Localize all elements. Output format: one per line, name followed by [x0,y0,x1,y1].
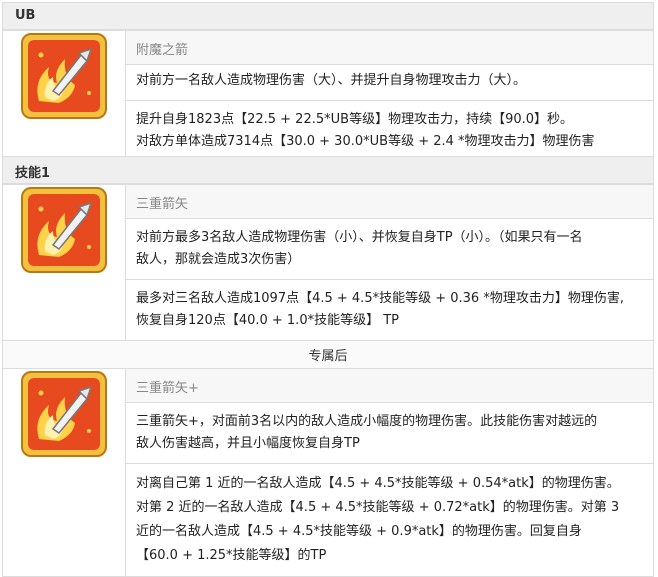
flaming-arrow-icon [19,369,109,459]
skill1-plus-icon-cell [2,368,126,577]
flaming-arrow-icon [19,31,109,121]
skill1-header-label: 技能1 [15,166,51,181]
skill1-name: 三重箭矢 [125,184,654,219]
skill1-plus-detail: 对离自己第 1 近的一名敌人造成【4.5 + 4.5*技能等级 + 0.54*a… [125,463,654,577]
skill1-plus-detail-line: 对第 2 近的一名敌人造成【4.5 + 4.5*技能等级 + 0.72*atk】… [136,500,620,515]
skill1-plus-detail-line: 近的一名敌人造成【4.5 + 4.5*技能等级 + 0.9*atk】的物理伤害。… [136,524,582,539]
ub-skill-name: 附魔之箭 [125,30,654,65]
skill1-table: 三重箭矢 对前方最多3名敌人造成物理伤害（小）、并恢复自身TP（小）。（如果只有… [2,184,654,577]
ub-skill-detail: 提升自身1823点【22.5 + 22.5*UB等级】物理攻击力，持续【90.0… [125,100,654,162]
skill1-plus-detail-line: 对离自己第 1 近的一名敌人造成【4.5 + 4.5*技能等级 + 0.54*a… [136,476,620,491]
skill1-icon-cell [2,184,126,341]
skill1-detail: 最多对三名敌人造成1097点【4.5 + 4.5*技能等级 + 0.36 *物理… [125,279,654,341]
skill-page: UB 附魔之箭 对前方一名敌人造成物理伤害（大）、并提升自身物理攻击力（大）。 … [0,0,656,577]
ub-header-label: UB [15,8,36,23]
skill1-desc-line: 对前方最多3名敌人造成物理伤害（小）、并恢复自身TP（小）。（如果只有一名 [136,230,583,245]
ub-section-header: UB [2,2,654,30]
ub-detail-line: 对敌方单体造成7314点【30.0 + 30.0*UB等级 + 2.4 *物理攻… [136,134,595,149]
skill1-desc-line: 敌人，那就会造成3次伤害） [136,252,301,267]
skill1-section-header: 技能1 [2,156,654,184]
skill1-plus-desc-line: 三重箭矢+，对面前3名以内的敌人造成小幅度的物理伤害。此技能伤害对越远的 [136,414,598,429]
flaming-arrow-icon [19,185,109,275]
skill1-detail-line: 恢复自身120点【40.0 + 1.0*技能等级】 TP [136,313,400,328]
skill1-plus-description: 三重箭矢+，对面前3名以内的敌人造成小幅度的物理伤害。此技能伤害对越远的 敌人伤… [125,402,654,464]
skill1-plus-desc-line: 敌人伤害越高，并且小幅度恢复自身TP [136,436,360,451]
exclusive-equipment-divider: 专属后 [2,340,654,369]
skill1-plus-name: 三重箭矢+ [125,368,654,403]
ub-icon-cell [2,30,126,162]
skill1-description: 对前方最多3名敌人造成物理伤害（小）、并恢复自身TP（小）。（如果只有一名 敌人… [125,218,654,280]
ub-detail-line: 提升自身1823点【22.5 + 22.5*UB等级】物理攻击力，持续【90.0… [136,112,574,127]
skill1-detail-line: 最多对三名敌人造成1097点【4.5 + 4.5*技能等级 + 0.36 *物理… [136,291,624,306]
skill1-plus-detail-line: 【60.0 + 1.25*技能等级】的TP [136,548,327,563]
ub-skill-table: 附魔之箭 对前方一名敌人造成物理伤害（大）、并提升自身物理攻击力（大）。 提升自… [2,30,654,162]
ub-skill-description: 对前方一名敌人造成物理伤害（大）、并提升自身物理攻击力（大）。 [125,64,654,101]
